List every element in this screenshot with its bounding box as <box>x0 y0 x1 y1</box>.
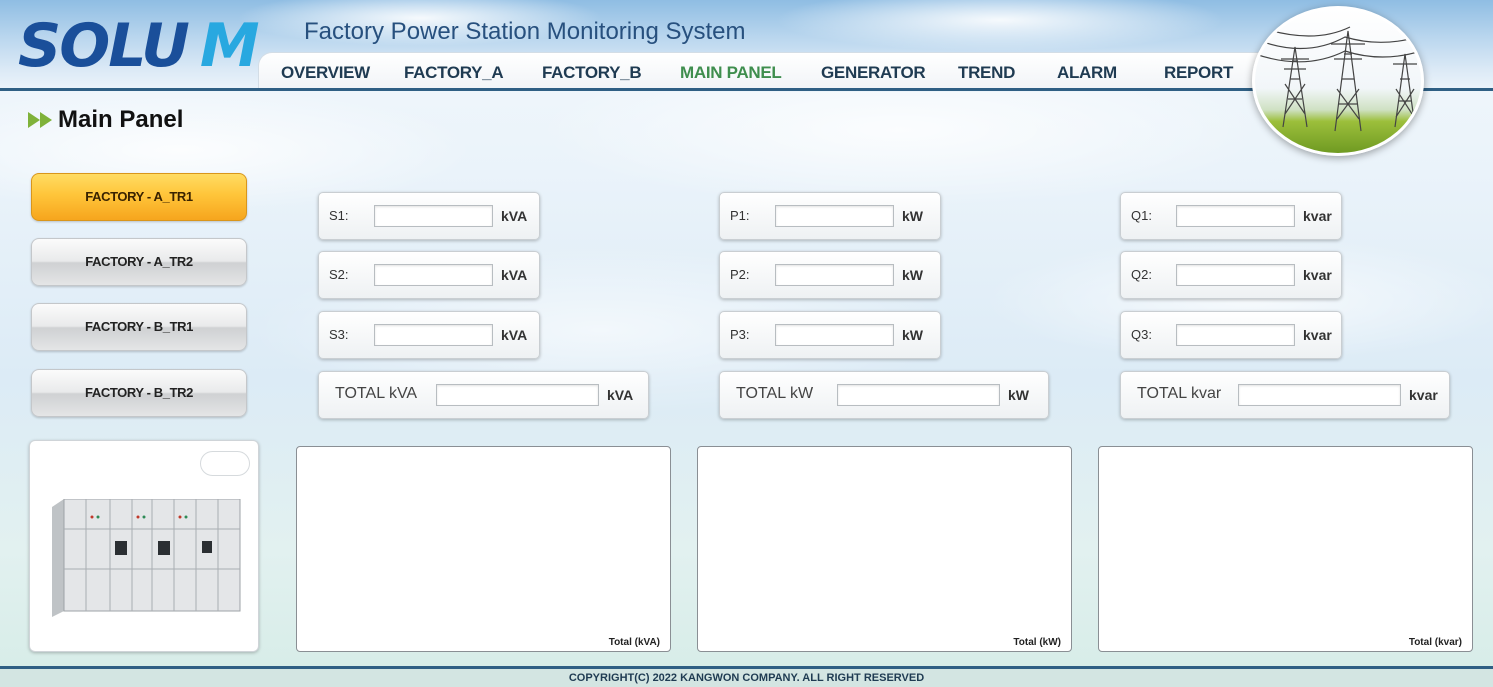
nav-trend[interactable]: TREND <box>958 63 1015 87</box>
s3-box: S3: kVA <box>318 311 540 359</box>
switchgear-cabinet-image <box>52 499 241 617</box>
nav-main-panel[interactable]: MAIN PANEL <box>680 63 782 87</box>
q3-unit: kvar <box>1303 327 1332 343</box>
s2-input[interactable] <box>374 264 493 286</box>
factory-a-tr1-button[interactable]: FACTORY - A_TR1 <box>31 173 247 221</box>
nav-factory-a[interactable]: FACTORY_A <box>404 63 504 87</box>
total-kvar-box: TOTAL kvar kvar <box>1120 371 1450 419</box>
q3-label: Q3: <box>1131 327 1152 342</box>
main-nav: OVERVIEW FACTORY_A FACTORY_B MAIN PANEL … <box>258 52 1268 90</box>
total-kva-input[interactable] <box>436 384 599 406</box>
q1-unit: kvar <box>1303 208 1332 224</box>
factory-b-tr1-button[interactable]: FACTORY - B_TR1 <box>31 303 247 351</box>
total-kw-input[interactable] <box>837 384 1000 406</box>
system-title: Factory Power Station Monitoring System <box>304 18 746 45</box>
p2-unit: kW <box>902 267 923 283</box>
total-kvar-chart[interactable]: Total (kvar) <box>1098 446 1473 652</box>
total-kvar-label: TOTAL kvar <box>1137 385 1222 402</box>
total-kw-chart[interactable]: Total (kW) <box>697 446 1072 652</box>
factory-b-tr2-button[interactable]: FACTORY - B_TR2 <box>31 369 247 417</box>
s3-label: S3: <box>329 327 349 342</box>
total-kva-label: TOTAL kVA <box>335 385 418 402</box>
s2-label: S2: <box>329 267 349 282</box>
total-kw-label: TOTAL kW <box>736 385 814 402</box>
p1-unit: kW <box>902 208 923 224</box>
s1-input[interactable] <box>374 205 493 227</box>
nav-overview[interactable]: OVERVIEW <box>281 63 370 87</box>
s3-unit: kVA <box>501 327 528 343</box>
p3-label: P3: <box>730 327 750 342</box>
s2-unit: kVA <box>501 267 528 283</box>
total-kva-unit: kVA <box>607 387 634 403</box>
q1-label: Q1: <box>1131 208 1152 223</box>
logo-text-right: M <box>199 11 260 81</box>
q1-box: Q1: kvar <box>1120 192 1342 240</box>
p1-label: P1: <box>730 208 750 223</box>
total-kvar-chart-caption: Total (kvar) <box>1408 637 1462 648</box>
total-kvar-unit: kvar <box>1409 387 1438 403</box>
nav-report[interactable]: REPORT <box>1164 63 1233 87</box>
q2-label: Q2: <box>1131 267 1152 282</box>
p2-box: P2: kW <box>719 251 941 299</box>
s1-box: S1: kVA <box>318 192 540 240</box>
p1-input[interactable] <box>775 205 894 227</box>
p2-label: P2: <box>730 267 750 282</box>
q3-box: Q3: kvar <box>1120 311 1342 359</box>
logo-text-left: SOLU <box>18 11 190 81</box>
total-kw-box: TOTAL kW kW <box>719 371 1049 419</box>
nav-generator[interactable]: GENERATOR <box>821 63 926 87</box>
total-kvar-input[interactable] <box>1238 384 1401 406</box>
p3-unit: kW <box>902 327 923 343</box>
p1-box: P1: kW <box>719 192 941 240</box>
q2-input[interactable] <box>1176 264 1295 286</box>
s1-unit: kVA <box>501 208 528 224</box>
page-heading: Main Panel <box>28 106 288 136</box>
photo-toggle[interactable] <box>200 451 250 476</box>
double-arrow-icon <box>28 112 52 128</box>
nav-alarm[interactable]: ALARM <box>1057 63 1117 87</box>
factory-a-tr2-button[interactable]: FACTORY - A_TR2 <box>31 238 247 286</box>
solum-logo[interactable]: SOLU M <box>18 11 260 81</box>
page-title: Main Panel <box>58 106 184 133</box>
q1-input[interactable] <box>1176 205 1295 227</box>
q2-unit: kvar <box>1303 267 1332 283</box>
total-kva-box: TOTAL kVA kVA <box>318 371 649 419</box>
footer-copyright: COPYRIGHT(C) 2022 KANGWON COMPANY. ALL R… <box>0 669 1493 687</box>
total-kva-chart-caption: Total (kVA) <box>608 637 660 648</box>
q2-box: Q2: kvar <box>1120 251 1342 299</box>
p3-input[interactable] <box>775 324 894 346</box>
nav-factory-b[interactable]: FACTORY_B <box>542 63 642 87</box>
power-pylon-image <box>1252 6 1424 156</box>
main-panel-photo <box>29 440 259 652</box>
p2-input[interactable] <box>775 264 894 286</box>
q3-input[interactable] <box>1176 324 1295 346</box>
total-kw-unit: kW <box>1008 387 1029 403</box>
p3-box: P3: kW <box>719 311 941 359</box>
total-kva-chart[interactable]: Total (kVA) <box>296 446 671 652</box>
s1-label: S1: <box>329 208 349 223</box>
s3-input[interactable] <box>374 324 493 346</box>
s2-box: S2: kVA <box>318 251 540 299</box>
total-kw-chart-caption: Total (kW) <box>1013 637 1061 648</box>
